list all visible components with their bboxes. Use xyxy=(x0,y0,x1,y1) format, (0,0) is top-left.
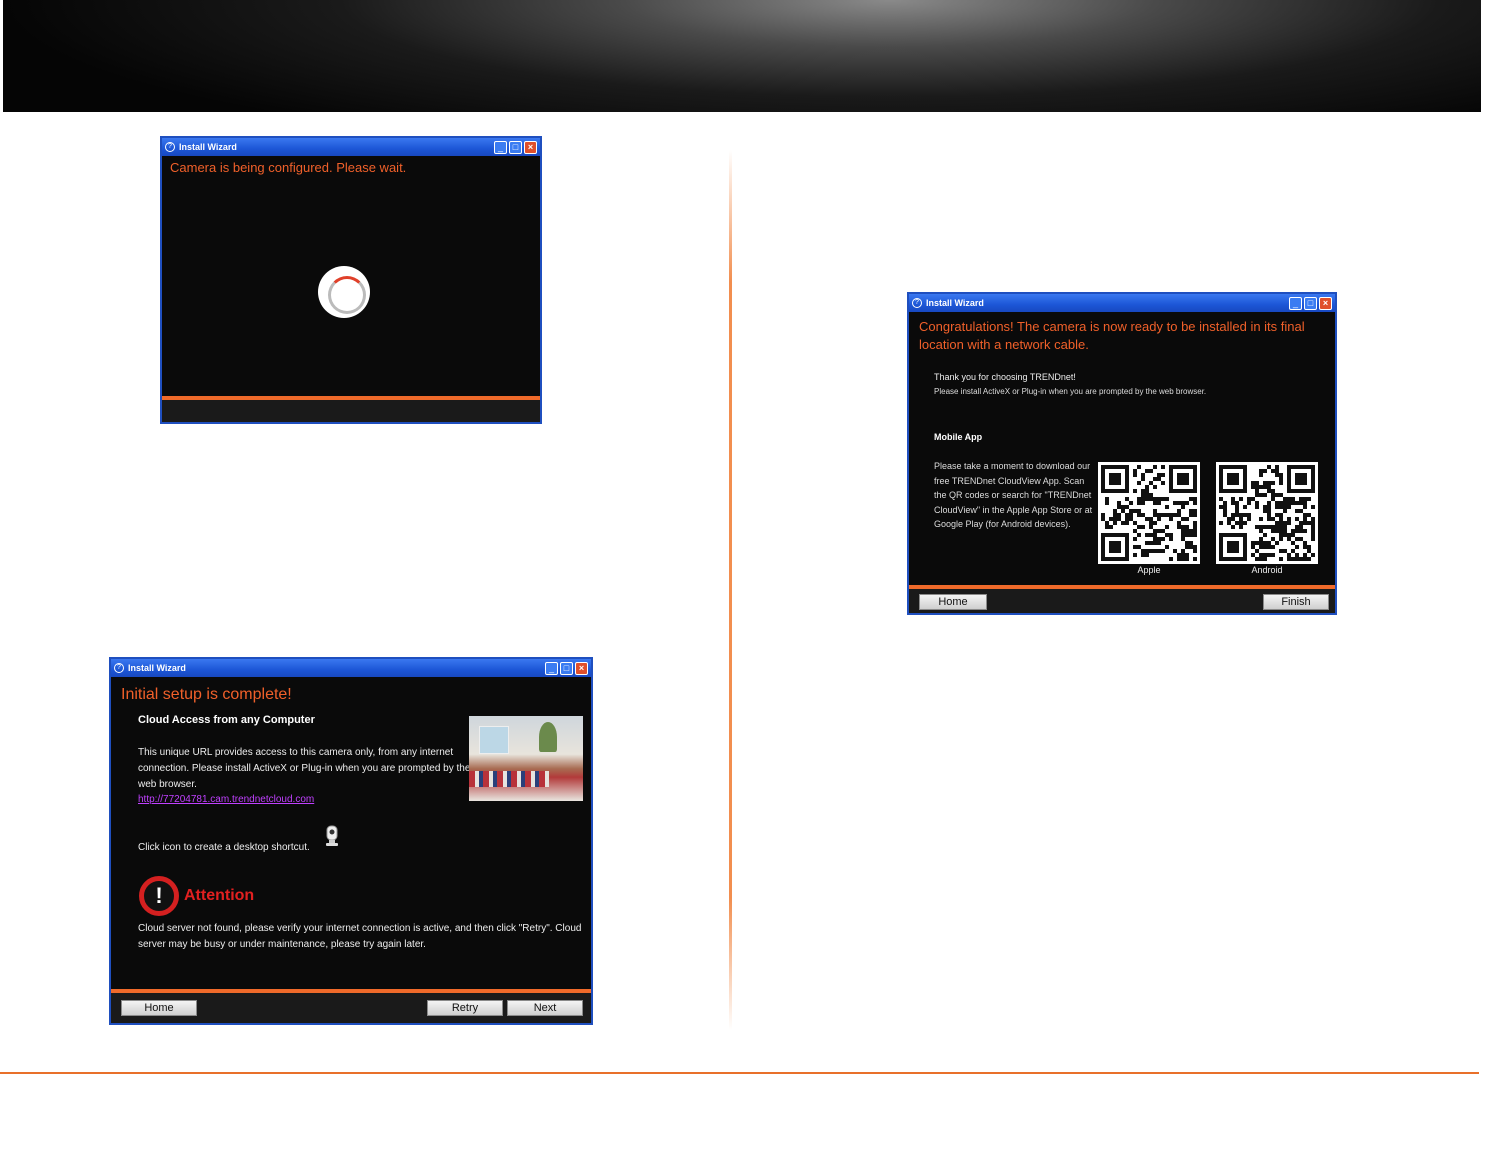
apple-qr-code-icon xyxy=(1098,462,1200,564)
setup-complete-heading: Initial setup is complete! xyxy=(121,686,292,703)
title-bar: ? Install Wizard _ □ × xyxy=(162,138,540,156)
title-bar: ? Install Wizard _ □ × xyxy=(909,294,1335,312)
thank-you-text: Thank you for choosing TRENDnet! xyxy=(934,372,1076,382)
column-divider xyxy=(729,150,732,1030)
maximize-icon[interactable]: □ xyxy=(560,661,573,675)
attention-label: Attention xyxy=(184,887,255,904)
minimize-icon[interactable]: _ xyxy=(545,661,558,675)
camera-shortcut-icon[interactable] xyxy=(323,825,341,847)
next-button[interactable]: Next xyxy=(507,1000,583,1016)
close-icon[interactable]: × xyxy=(575,661,588,675)
install-wizard-configuring-window: ? Install Wizard _ □ × Camera is being c… xyxy=(160,136,542,424)
apple-qr-label: Apple xyxy=(1137,565,1161,575)
cloud-server-warning: Cloud server not found, please verify yo… xyxy=(138,923,582,950)
living-room-photo xyxy=(469,716,583,801)
page-header-band xyxy=(3,0,1481,112)
home-button[interactable]: Home xyxy=(919,594,987,610)
retry-button[interactable]: Retry xyxy=(427,1000,503,1016)
cloud-access-heading: Cloud Access from any Computer xyxy=(138,714,315,726)
configuring-message: Camera is being configured. Please wait. xyxy=(170,160,407,175)
maximize-icon[interactable]: □ xyxy=(509,140,522,154)
loading-spinner-icon xyxy=(318,266,370,318)
attention-icon: ! xyxy=(139,876,179,916)
wizard-icon: ? xyxy=(165,142,175,152)
minimize-icon[interactable]: _ xyxy=(494,140,507,154)
footer-rule xyxy=(0,1072,1479,1074)
maximize-icon[interactable]: □ xyxy=(1304,296,1317,310)
install-wizard-complete-window: ? Install Wizard _ □ × Initial setup is … xyxy=(109,657,593,1025)
button-area xyxy=(162,400,540,422)
home-button[interactable]: Home xyxy=(121,1000,197,1016)
install-wizard-congratulations-window: ? Install Wizard _ □ × Congratulations! … xyxy=(907,292,1337,615)
finish-button[interactable]: Finish xyxy=(1263,594,1329,610)
window-title: Install Wizard xyxy=(926,298,984,308)
cloud-access-description: This unique URL provides access to this … xyxy=(138,747,471,790)
title-bar: ? Install Wizard _ □ × xyxy=(111,659,591,677)
install-plugin-note: Please install ActiveX or Plug-in when y… xyxy=(934,387,1207,396)
wizard-icon: ? xyxy=(912,298,922,308)
manual-page: ? Install Wizard _ □ × Camera is being c… xyxy=(0,0,1509,1167)
minimize-icon[interactable]: _ xyxy=(1289,296,1302,310)
window-title: Install Wizard xyxy=(128,663,186,673)
close-icon[interactable]: × xyxy=(524,140,537,154)
cloud-url-link[interactable]: http://77204781.cam.trendnetcloud.com xyxy=(138,794,314,805)
window-title: Install Wizard xyxy=(179,142,237,152)
mobile-app-heading: Mobile App xyxy=(934,432,983,442)
mobile-app-description: Please take a moment to download our fre… xyxy=(934,461,1093,529)
shortcut-instruction: Click icon to create a desktop shortcut. xyxy=(138,842,310,853)
android-qr-code-icon xyxy=(1216,462,1318,564)
congratulations-message: Congratulations! The camera is now ready… xyxy=(919,319,1305,352)
close-icon[interactable]: × xyxy=(1319,296,1332,310)
android-qr-label: Android xyxy=(1251,565,1283,575)
wizard-icon: ? xyxy=(114,663,124,673)
